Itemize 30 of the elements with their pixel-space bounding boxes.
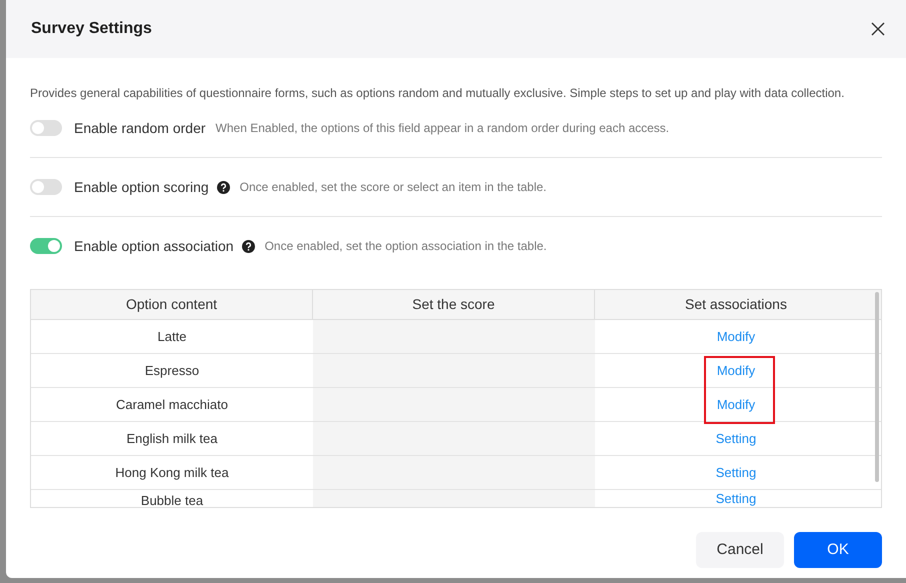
- table-cell-text: Hong Kong milk tea: [114, 464, 230, 482]
- setting-hint: When Enabled, the options of this field appear in a random order during each access.: [216, 120, 670, 137]
- association-link[interactable]: Modify: [716, 397, 756, 412]
- table-cell-text: English milk tea: [125, 430, 219, 448]
- dialog-title: Survey Settings: [31, 19, 152, 39]
- column-header: Set associations: [684, 295, 788, 314]
- table-cell-text: Bubble tea: [140, 492, 204, 507]
- column-header: Option content: [31, 290, 313, 319]
- description-text: Provides general capabilities of questionnaire forms, such as options random and mutually exclusive. Simple steps to set up and play with data collection.: [30, 85, 846, 102]
- toggle-switch[interactable]: [30, 179, 62, 195]
- close-icon[interactable]: [870, 21, 886, 37]
- association-link[interactable]: Modify: [716, 329, 756, 344]
- setting-hint: Once enabled, set the score or select an item in the table.: [240, 179, 546, 196]
- association-link[interactable]: Modify: [716, 363, 756, 378]
- cancel-button[interactable]: Cancel: [696, 532, 784, 568]
- setting-label: Enable random order: [74, 118, 206, 138]
- toggle-switch[interactable]: [30, 120, 62, 136]
- scrollbar[interactable]: [875, 292, 879, 482]
- setting-label: Enable option association: [74, 236, 234, 256]
- setting-label: Enable option scoring: [74, 178, 209, 197]
- table-cell-text: Latte: [156, 328, 188, 346]
- association-link[interactable]: Setting: [716, 431, 756, 446]
- column-header: Set the score: [313, 290, 595, 319]
- association-link[interactable]: Setting: [716, 465, 756, 480]
- setting-hint: Once enabled, set the option association in the table.: [264, 238, 547, 255]
- ok-button[interactable]: OK: [794, 532, 882, 568]
- table-cell-text: Caramel macchiato: [115, 396, 229, 414]
- toggle-switch[interactable]: [30, 238, 62, 254]
- association-link[interactable]: Setting: [716, 491, 756, 506]
- table-cell-text: Espresso: [144, 362, 200, 380]
